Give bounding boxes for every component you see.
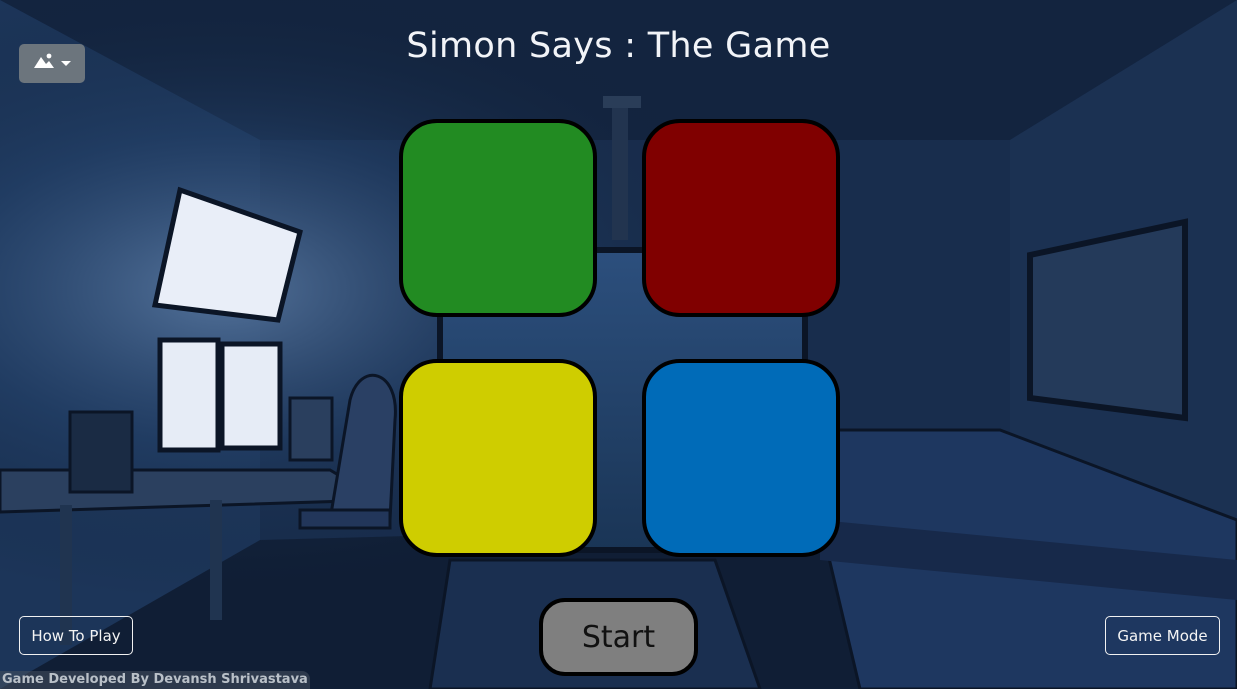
game-mode-button[interactable]: Game Mode [1105, 616, 1220, 655]
green-pad[interactable] [399, 119, 597, 317]
chevron-down-icon [61, 61, 71, 66]
background-toggle-button[interactable] [19, 44, 85, 83]
blue-pad[interactable] [642, 359, 840, 557]
developer-credit: Game Developed By Devansh Shrivastava [0, 671, 310, 689]
yellow-pad[interactable] [399, 359, 597, 557]
background-scene [0, 0, 1237, 689]
start-button[interactable]: Start [539, 598, 698, 676]
how-to-play-button[interactable]: How To Play [19, 616, 133, 655]
image-icon [33, 52, 55, 75]
game-title: Simon Says : The Game [406, 26, 831, 66]
red-pad[interactable] [642, 119, 840, 317]
